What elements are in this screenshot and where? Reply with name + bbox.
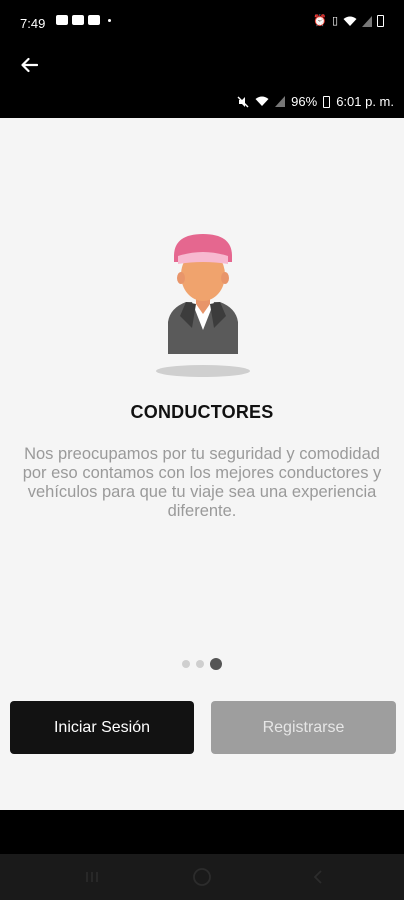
- register-button[interactable]: Registrarse: [211, 701, 396, 754]
- onboarding-description: Nos preocupamos por tu seguridad y comod…: [22, 445, 382, 520]
- signal-icon: [275, 96, 286, 107]
- driver-illustration: [156, 234, 250, 377]
- back-nav-icon: [313, 870, 322, 884]
- notification-icons: [56, 15, 111, 25]
- wifi-icon: [343, 16, 357, 26]
- ear-right: [221, 272, 229, 284]
- home-button[interactable]: [190, 866, 214, 888]
- arrow-left-icon: [21, 57, 38, 73]
- signal-icon: [362, 15, 372, 27]
- recent-apps-button[interactable]: [80, 866, 104, 888]
- status-bar: 7:49 ⏰ ▯: [0, 0, 404, 46]
- notification-icon: [56, 15, 68, 25]
- back-button[interactable]: [14, 50, 44, 80]
- page-dot[interactable]: [182, 660, 190, 668]
- onboarding-title: CONDUCTORES: [130, 402, 274, 422]
- app-bar: 96% 6:01 p. m.: [0, 46, 404, 118]
- recent-apps-icon: [86, 872, 98, 882]
- message-icon: [72, 15, 84, 25]
- page-dot[interactable]: [196, 660, 204, 668]
- inner-status: 96% 6:01 p. m.: [237, 94, 394, 109]
- bottom-strip: [0, 810, 404, 854]
- login-button[interactable]: Iniciar Sesión: [10, 701, 194, 754]
- status-time: 7:49: [20, 16, 46, 31]
- inner-time: 6:01 p. m.: [336, 94, 394, 109]
- mute-icon: [237, 96, 249, 107]
- ear-left: [177, 272, 185, 284]
- page-indicator: [182, 658, 222, 670]
- image-icon: [88, 15, 100, 25]
- shadow-ellipse: [156, 365, 250, 377]
- alarm-icon: ⏰: [313, 15, 327, 27]
- back-nav-button[interactable]: [306, 866, 330, 888]
- wifi-icon: [255, 96, 269, 106]
- battery-icon: [323, 95, 331, 108]
- home-icon: [193, 868, 211, 886]
- onboarding-screen: CONDUCTORES Nos preocupamos por tu segur…: [0, 118, 404, 810]
- system-icons: ⏰ ▯: [313, 15, 384, 27]
- more-dot-icon: [108, 18, 111, 22]
- battery-icon: [377, 15, 384, 27]
- navigation-bar: [0, 854, 404, 900]
- vibrate-icon: ▯: [331, 15, 338, 27]
- battery-percent: 96%: [291, 94, 318, 109]
- page-dot-active[interactable]: [210, 658, 222, 670]
